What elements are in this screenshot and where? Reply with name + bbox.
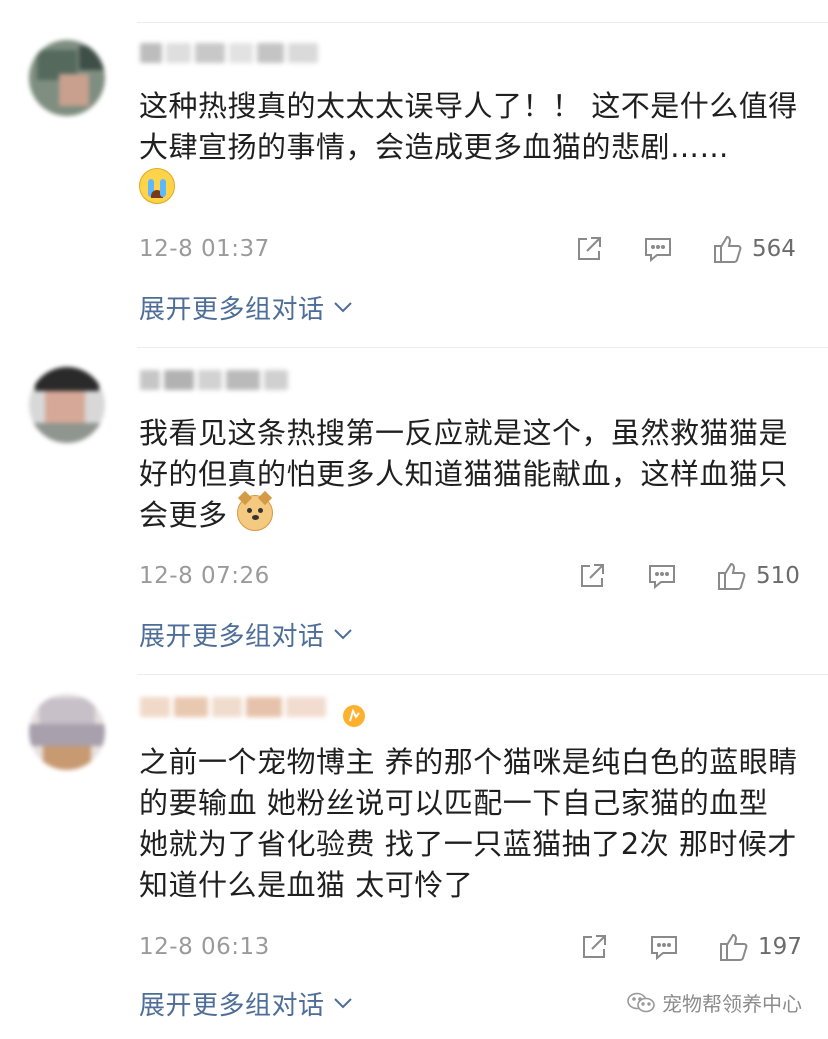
chevron-down-icon — [333, 629, 352, 640]
expand-label: 展开更多组对话 — [139, 621, 325, 652]
thumbs-up-icon — [718, 562, 746, 590]
comment-text: 我看见这条热搜第一反应就是这个，虽然救猫猫是好的但真的怕更多人知道猫猫能献血，这… — [139, 413, 799, 536]
expand-conversation-link[interactable]: 展开更多组对话 — [139, 616, 353, 652]
wechat-icon — [627, 992, 655, 1012]
comment-meta: 12-8 01:37 564 — [139, 231, 828, 267]
comment-body: 之前一个宠物博主 养的那个猫咪是纯白色的蓝眼睛的要输血 她粉丝说可以匹配一下自己… — [139, 745, 798, 902]
watermark-text: 宠物帮领养中心 — [662, 992, 802, 1016]
divider — [137, 347, 828, 348]
share-icon — [581, 564, 604, 587]
comment-meta: 12-8 07:26 510 — [139, 558, 828, 594]
timestamp: 12-8 07:26 — [139, 563, 270, 589]
chevron-down-icon — [333, 998, 352, 1009]
comment-icon — [649, 565, 675, 590]
share-icon — [578, 237, 601, 260]
divider — [137, 22, 828, 23]
comment-text: 这种热搜真的太太太误导人了！！ 这不是什么值得大肆宣扬的事情，会造成更多血猫的悲… — [139, 86, 799, 209]
like-button[interactable]: 564 — [712, 234, 796, 264]
repost-button[interactable] — [574, 234, 604, 264]
reply-button[interactable] — [643, 234, 673, 264]
comment-icon — [645, 238, 671, 263]
thumbs-up-icon — [720, 933, 748, 961]
comment-body: 这种热搜真的太太太误导人了！！ 这不是什么值得大肆宣扬的事情，会造成更多血猫的悲… — [139, 89, 798, 164]
reply-button[interactable] — [649, 932, 679, 962]
doge-icon — [237, 490, 274, 531]
level-badge-icon — [343, 705, 365, 727]
like-count: 510 — [756, 563, 800, 589]
expand-label: 展开更多组对话 — [139, 990, 325, 1021]
thumbs-up-icon — [714, 235, 742, 263]
avatar[interactable] — [29, 367, 105, 443]
share-icon — [583, 935, 606, 958]
timestamp: 12-8 01:37 — [139, 236, 270, 262]
like-button[interactable]: 510 — [716, 561, 800, 591]
avatar[interactable] — [29, 40, 105, 116]
expand-label: 展开更多组对话 — [139, 294, 325, 325]
username-blurred[interactable] — [140, 363, 288, 397]
comment-icon — [651, 936, 677, 961]
watermark: 宠物帮领养中心 — [626, 988, 802, 1017]
like-button[interactable]: 197 — [718, 932, 802, 962]
username-blurred[interactable] — [140, 36, 318, 70]
expand-conversation-link[interactable]: 展开更多组对话 — [139, 985, 353, 1021]
like-count: 197 — [758, 934, 802, 960]
chevron-down-icon — [333, 302, 352, 313]
username-blurred[interactable] — [140, 690, 340, 724]
comment-meta: 12-8 06:13 197 — [139, 929, 828, 965]
timestamp: 12-8 06:13 — [139, 934, 270, 960]
crying-face-icon — [139, 168, 175, 204]
repost-button[interactable] — [579, 932, 609, 962]
like-count: 564 — [752, 236, 796, 262]
avatar[interactable] — [29, 694, 105, 770]
expand-conversation-link[interactable]: 展开更多组对话 — [139, 289, 353, 325]
comment-feed: 这种热搜真的太太太误导人了！！ 这不是什么值得大肆宣扬的事情，会造成更多血猫的悲… — [0, 0, 828, 1039]
divider — [137, 674, 828, 675]
reply-button[interactable] — [647, 561, 677, 591]
comment-text: 之前一个宠物博主 养的那个猫咪是纯白色的蓝眼睛的要输血 她粉丝说可以匹配一下自己… — [139, 742, 799, 906]
repost-button[interactable] — [577, 561, 607, 591]
